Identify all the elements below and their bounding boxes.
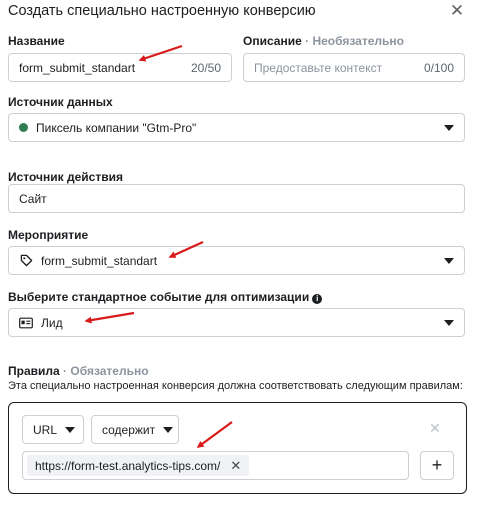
id-card-icon (19, 316, 33, 330)
action-source-label: Источник действия (8, 170, 123, 184)
chevron-down-icon (444, 257, 454, 264)
chevron-down-icon (444, 124, 454, 131)
event-select[interactable]: form_submit_standart (8, 246, 465, 275)
remove-rule-icon[interactable]: ✕ (429, 420, 441, 437)
rules-label: Правила · Обязательно (8, 364, 149, 378)
description-label: Описание · Необязательно (243, 34, 404, 48)
required-hint: · Обязательно (63, 364, 149, 378)
tag-icon (19, 254, 33, 268)
data-source-select[interactable]: Пиксель компании "Gtm-Pro" (8, 113, 465, 142)
description-input[interactable]: Предоставьте контекст 0/100 (243, 53, 465, 82)
name-label: Название (8, 34, 65, 48)
standard-event-value: Лид (41, 315, 63, 330)
rule-field-value: URL (33, 422, 58, 437)
standard-event-label: Выберите стандартное событие для оптимиз… (8, 290, 323, 304)
status-dot-icon (19, 123, 28, 132)
name-input[interactable]: form_submit_standart 20/50 (8, 53, 232, 82)
url-chip: https://form-test.analytics-tips.com/ ✕ (27, 455, 250, 476)
description-placeholder: Предоставьте контекст (254, 60, 383, 75)
info-icon[interactable]: i (312, 294, 323, 304)
dialog-title: Создать специально настроенную конверсию (8, 3, 316, 19)
optional-hint: · Необязательно (305, 34, 404, 48)
chevron-down-icon (163, 426, 174, 433)
event-value: form_submit_standart (41, 253, 158, 268)
name-input-value: form_submit_standart (19, 60, 136, 75)
rule-operator-select[interactable]: содержит (91, 415, 179, 444)
rule-operator-value: содержит (102, 422, 156, 437)
rule-value-input[interactable]: https://form-test.analytics-tips.com/ ✕ (22, 451, 409, 480)
add-rule-button[interactable]: + (420, 451, 454, 480)
description-char-counter: 0/100 (423, 60, 454, 75)
rule-field-select[interactable]: URL (22, 415, 84, 444)
chevron-down-icon (65, 426, 76, 433)
data-source-value: Пиксель компании "Gtm-Pro" (36, 120, 197, 135)
chip-remove-icon[interactable]: ✕ (230, 458, 241, 474)
action-source-select[interactable]: Сайт (8, 184, 465, 213)
url-chip-text: https://form-test.analytics-tips.com/ (35, 458, 221, 473)
close-icon[interactable]: ✕ (448, 2, 466, 20)
action-source-value: Сайт (19, 191, 47, 206)
rules-description: Эта специально настроенная конверсия дол… (8, 380, 463, 392)
chevron-down-icon (444, 319, 454, 326)
standard-event-select[interactable]: Лид (8, 308, 465, 337)
data-source-label: Источник данных (8, 95, 113, 109)
event-label: Мероприятие (8, 228, 89, 242)
name-char-counter: 20/50 (190, 60, 221, 75)
